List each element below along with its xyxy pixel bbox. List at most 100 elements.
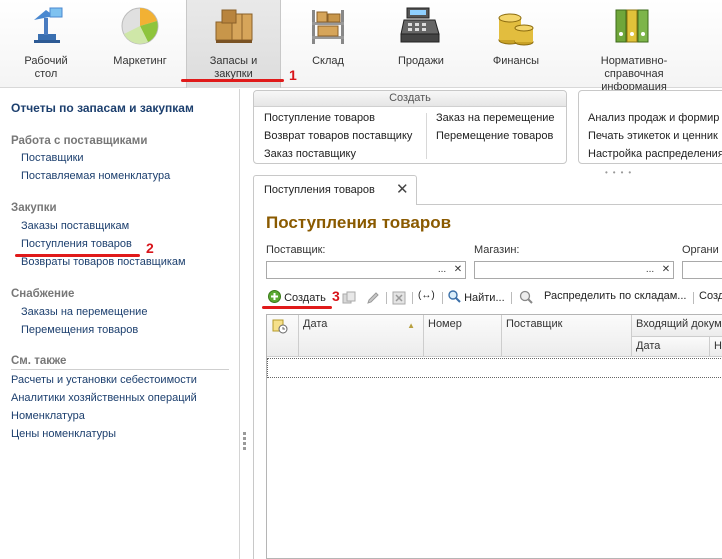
nav-item-transfer-orders[interactable]: Заказы на перемещение [21, 306, 147, 318]
nav-item-goods-receipts[interactable]: Поступления товаров [21, 238, 132, 250]
section-finance[interactable]: Финансы [470, 0, 562, 88]
section-label: Запасы и закупки [209, 55, 258, 80]
section-label: Продажи [398, 55, 444, 67]
nav-item-supplier-orders[interactable]: Заказы поставщикам [21, 220, 129, 232]
section-label: Маркетинг [113, 55, 167, 67]
section-warehouse[interactable]: Склад [285, 0, 371, 88]
supplier-field[interactable]: ... ✕ [266, 261, 466, 279]
create-panel-divider [426, 113, 427, 159]
coins-icon [498, 13, 534, 46]
nav-item-suppliers[interactable]: Поставщики [21, 152, 84, 164]
pie-chart-icon [121, 7, 159, 45]
section-label: Финансы [492, 55, 540, 67]
create-supplier-return[interactable]: Возврат товаров поставщику [264, 130, 412, 142]
table-row-selected[interactable] [267, 358, 722, 378]
column-header-supplier[interactable]: Поставщик [502, 315, 632, 357]
delete-mark-icon[interactable] [392, 291, 406, 305]
desktop-icon [34, 7, 63, 43]
panel-splitter-handle[interactable] [243, 430, 247, 454]
cash-register-icon [400, 7, 440, 43]
create-based-on-button[interactable]: Созд [699, 290, 722, 302]
clear-icon[interactable]: ✕ [451, 262, 465, 278]
nav-item-nomenclature[interactable]: Номенклатура [11, 410, 85, 422]
sections-bar: Рабочий стол Маркетинг Запасы и закупки [0, 0, 722, 93]
binders-icon [615, 9, 649, 43]
copy-icon[interactable] [342, 291, 356, 305]
close-icon[interactable]: ✕ [396, 180, 409, 198]
list-form: Поступления товаров Поставщик: ... ✕ Маг… [253, 205, 722, 559]
find-button[interactable]: Найти... [448, 290, 505, 304]
section-label: Склад [312, 55, 344, 67]
nav-item-operation-analytics[interactable]: Аналитики хозяйственных операций [11, 392, 197, 404]
boxes-icon [215, 9, 252, 43]
see-also-divider [11, 369, 229, 370]
column-header-label: Дата [303, 318, 328, 330]
form-title: Поступления товаров [266, 213, 452, 232]
nav-item-supplier-returns[interactable]: Возвраты товаров поставщикам [21, 256, 186, 268]
search-icon [448, 290, 461, 303]
documents-table: Дата ▲ Номер Поставщик Входящий докуме Д… [266, 314, 722, 559]
toolbar-separator [511, 292, 512, 304]
report-sales-analysis[interactable]: Анализ продаж и формир [588, 112, 719, 124]
section-desktop[interactable]: Рабочий стол [4, 0, 88, 88]
create-panel: Создать Поступление товаров Возврат това… [253, 90, 567, 164]
create-transfer-order[interactable]: Заказ на перемещение [436, 112, 555, 124]
edit-pencil-icon[interactable] [366, 291, 380, 305]
column-header-incoming-number[interactable]: Н [710, 337, 722, 357]
column-header-incoming-date[interactable]: Дата [632, 337, 710, 357]
group-see-also: См. также [11, 355, 67, 367]
select-button[interactable]: ... [643, 262, 657, 278]
warehouse-shelf-icon [312, 10, 344, 44]
nav-item-supplied-nomenclature[interactable]: Поставляемая номенклатура [21, 170, 170, 182]
section-sales[interactable]: Продажи [375, 0, 467, 88]
tab-label: Поступления товаров [264, 184, 375, 196]
create-supplier-order[interactable]: Заказ поставщику [264, 148, 356, 160]
left-navigation-panel: Отчеты по запасам и закупкам Работа с по… [0, 89, 240, 559]
clear-icon[interactable]: ✕ [659, 262, 673, 278]
distribute-search-icon[interactable] [519, 290, 534, 305]
tab-strip: Поступления товаров ✕ [253, 175, 722, 206]
create-goods-transfer[interactable]: Перемещение товаров [436, 130, 553, 142]
create-button[interactable]: Создать [268, 290, 326, 304]
annotation-underline-1 [181, 79, 284, 82]
organization-field[interactable] [682, 261, 722, 279]
annotation-underline-3 [262, 306, 332, 309]
section-inventory[interactable]: Запасы и закупки [186, 0, 281, 88]
plus-circle-icon [268, 290, 281, 303]
toolbar-separator [386, 292, 387, 304]
create-button-label: Создать [284, 292, 326, 304]
nav-item-prices[interactable]: Цены номенклатуры [11, 428, 116, 440]
column-header-date[interactable]: Дата ▲ [299, 315, 424, 357]
toolbar-separator [412, 292, 413, 304]
nav-item-cost-calculation[interactable]: Расчеты и установки себестоимости [11, 374, 197, 386]
select-button[interactable]: ... [435, 262, 449, 278]
toolbar-separator [442, 292, 443, 304]
status-column-header[interactable] [267, 315, 299, 357]
report-print-labels[interactable]: Печать этикеток и ценник [588, 130, 718, 142]
annotation-underline-2 [15, 254, 140, 257]
create-goods-receipt[interactable]: Поступление товаров [264, 112, 375, 124]
annotation-marker-2: 2 [146, 240, 154, 256]
column-header-incoming-document[interactable]: Входящий докуме [632, 315, 722, 337]
group-suppliers: Работа с поставщиками [11, 135, 148, 147]
column-header-number[interactable]: Номер [424, 315, 502, 357]
create-panel-title: Создать [254, 91, 566, 107]
nav-item-goods-transfers[interactable]: Перемещения товаров [21, 324, 138, 336]
tab-goods-receipts[interactable]: Поступления товаров ✕ [253, 175, 417, 206]
document-status-icon [272, 319, 288, 334]
section-marketing[interactable]: Маркетинг [92, 0, 188, 88]
supplier-label: Поставщик: [266, 244, 326, 256]
organization-label: Органи [682, 244, 719, 256]
section-label: Рабочий стол [24, 55, 68, 80]
refresh-icon[interactable]: (↔) [418, 290, 435, 301]
store-label: Магазин: [474, 244, 520, 256]
find-button-label: Найти... [464, 292, 505, 304]
report-distribution-settings[interactable]: Настройка распределения [588, 148, 722, 160]
group-purchases: Закупки [11, 202, 57, 214]
annotation-marker-3: 3 [332, 288, 340, 304]
section-reference-info[interactable]: Нормативно-справочная информация [565, 0, 703, 93]
toolbar-separator [693, 292, 694, 304]
panel-title[interactable]: Отчеты по запасам и закупкам [11, 101, 194, 115]
distribute-to-warehouses-button[interactable]: Распределить по складам... [544, 290, 686, 302]
store-field[interactable]: ... ✕ [474, 261, 674, 279]
